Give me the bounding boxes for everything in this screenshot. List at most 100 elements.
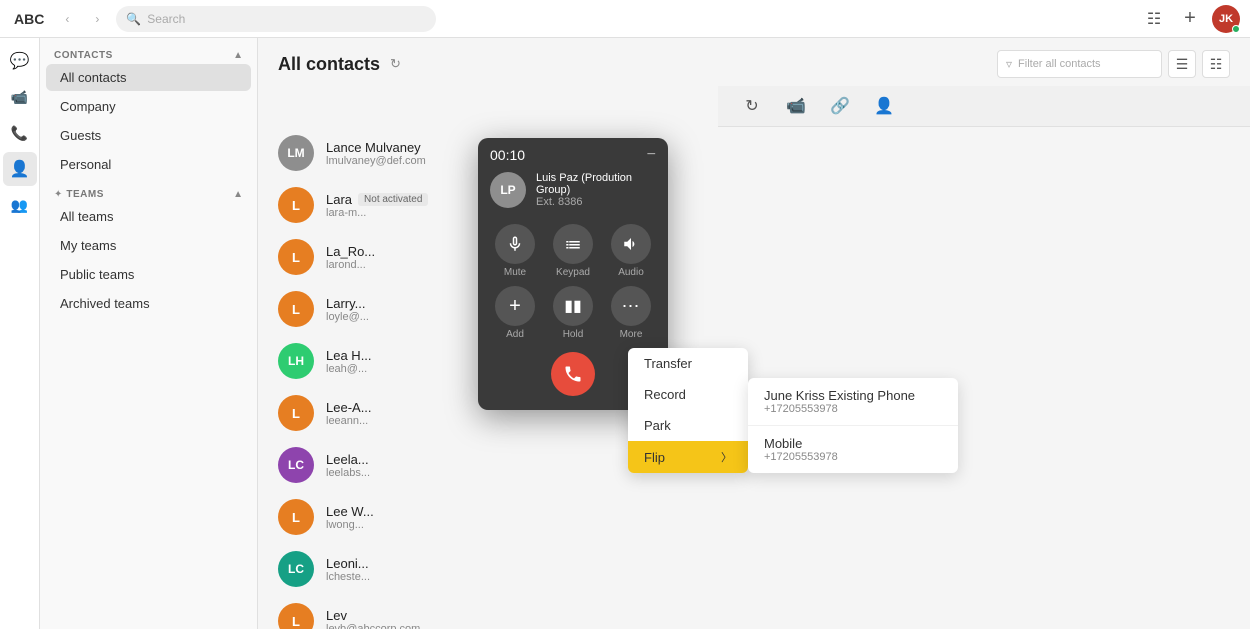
nav-item-all-contacts[interactable]: All contacts bbox=[46, 64, 251, 91]
nav-item-my-teams[interactable]: My teams bbox=[46, 232, 251, 259]
add-call-button[interactable]: + Add bbox=[495, 286, 535, 340]
audio-label: Audio bbox=[618, 267, 644, 278]
nav-item-personal[interactable]: Personal bbox=[46, 151, 251, 178]
call-contact-avatar: LP bbox=[490, 172, 526, 208]
list-view-button[interactable]: ☰ bbox=[1168, 50, 1196, 78]
link-action-icon[interactable]: 🔗 bbox=[826, 92, 854, 120]
flip-option-label: Mobile bbox=[764, 436, 942, 451]
nav-back-button[interactable]: ‹ bbox=[56, 8, 78, 30]
keypad-label: Keypad bbox=[556, 267, 590, 278]
nav-forward-button[interactable]: › bbox=[86, 8, 108, 30]
refresh-icon[interactable]: ↻ bbox=[390, 56, 401, 72]
contact-info: Lev levb@abccorp.com bbox=[326, 608, 1230, 629]
list-item[interactable]: LM Lance Mulvaney lmulvaney@def.com bbox=[258, 127, 1250, 179]
more-label: More bbox=[620, 329, 643, 340]
grid-icon-button[interactable]: ☷ bbox=[1140, 5, 1168, 33]
search-placeholder: Search bbox=[147, 12, 185, 26]
add-label: Add bbox=[506, 329, 524, 340]
list-item[interactable]: L Lara Not activated lara-m... bbox=[258, 179, 1250, 231]
list-item[interactable]: L La_Ro... larond... bbox=[258, 231, 1250, 283]
nav-item-archived-teams[interactable]: Archived teams bbox=[46, 290, 251, 317]
flip-option-existing-phone[interactable]: June Kriss Existing Phone +17205553978 bbox=[748, 378, 958, 426]
contact-info: La_Ro... larond... bbox=[326, 244, 1230, 271]
avatar: L bbox=[278, 499, 314, 535]
user-status-dot bbox=[1232, 25, 1240, 33]
page-title: All contacts bbox=[278, 54, 380, 75]
contact-info: Lee W... lwong... bbox=[326, 504, 1230, 531]
sidebar-icon-contacts[interactable]: 👤 bbox=[3, 152, 37, 186]
mute-label: Mute bbox=[504, 267, 526, 278]
end-call-button[interactable] bbox=[551, 352, 595, 396]
avatar: LH bbox=[278, 343, 314, 379]
not-activated-badge: Not activated bbox=[358, 193, 428, 206]
park-menu-item[interactable]: Park bbox=[628, 410, 748, 441]
video-action-icon[interactable]: 📹 bbox=[782, 92, 810, 120]
contact-info: Larry... loyle@... bbox=[326, 296, 1230, 323]
list-item[interactable]: L Lee W... lwong... bbox=[258, 491, 1250, 543]
nav-item-company[interactable]: Company bbox=[46, 93, 251, 120]
call-contact-name: Luis Paz (Prodution Group) bbox=[536, 172, 656, 196]
avatar: LM bbox=[278, 135, 314, 171]
avatar: LC bbox=[278, 447, 314, 483]
contact-email: levb@abccorp.com bbox=[326, 623, 1230, 629]
sidebar-icon-teams[interactable]: 👥 bbox=[3, 188, 37, 222]
nav-item-public-teams[interactable]: Public teams bbox=[46, 261, 251, 288]
teams-collapse-icon[interactable]: ▲ bbox=[233, 189, 243, 200]
contact-name: Leoni... bbox=[326, 556, 1230, 571]
filter-input[interactable]: ▿ Filter all contacts bbox=[997, 50, 1162, 78]
user-avatar[interactable]: JK bbox=[1212, 5, 1240, 33]
hold-button[interactable]: ▮▮ Hold bbox=[553, 286, 593, 340]
search-icon: 🔍 bbox=[126, 12, 141, 26]
call-ext: Ext. 8386 bbox=[536, 196, 656, 208]
teams-section-header: TEAMS bbox=[66, 189, 104, 200]
more-button[interactable]: ⋯ More bbox=[611, 286, 651, 340]
contact-name: Lance Mulvaney bbox=[326, 140, 1230, 155]
app-logo: ABC bbox=[10, 11, 48, 27]
flip-option-mobile[interactable]: Mobile +17205553978 bbox=[748, 426, 958, 473]
flip-option-number: +17205553978 bbox=[764, 403, 942, 415]
avatar: L bbox=[278, 187, 314, 223]
flip-label: Flip bbox=[644, 450, 665, 465]
contacts-section-header: CONTACTS bbox=[54, 50, 113, 61]
list-item[interactable]: LC Leoni... lcheste... bbox=[258, 543, 1250, 595]
contact-email: lmulvaney@def.com bbox=[326, 155, 1230, 167]
sidebar-icon-meetings[interactable]: 📹 bbox=[3, 80, 37, 114]
call-timer: 00:10 bbox=[490, 147, 525, 163]
avatar: L bbox=[278, 395, 314, 431]
avatar: L bbox=[278, 291, 314, 327]
mute-button[interactable]: Mute bbox=[495, 224, 535, 278]
avatar: L bbox=[278, 239, 314, 275]
reply-action-icon[interactable]: ↻ bbox=[738, 92, 766, 120]
contact-name: Lev bbox=[326, 608, 1230, 623]
nav-item-all-teams[interactable]: All teams bbox=[46, 203, 251, 230]
contact-info: Lance Mulvaney lmulvaney@def.com bbox=[326, 140, 1230, 167]
flip-menu-item[interactable]: Flip 〉 bbox=[628, 441, 748, 473]
keypad-button[interactable]: Keypad bbox=[553, 224, 593, 278]
search-bar[interactable]: 🔍 Search bbox=[116, 6, 436, 32]
record-menu-item[interactable]: Record bbox=[628, 379, 748, 410]
flip-option-number: +17205553978 bbox=[764, 451, 942, 463]
contact-info: Leoni... lcheste... bbox=[326, 556, 1230, 583]
grid-view-button[interactable]: ☷ bbox=[1202, 50, 1230, 78]
contact-name: La_Ro... bbox=[326, 244, 1230, 259]
audio-button[interactable]: Audio bbox=[611, 224, 651, 278]
contacts-collapse-icon[interactable]: ▲ bbox=[233, 50, 243, 61]
contact-name: Lee W... bbox=[326, 504, 1230, 519]
contact-email: lara-m... bbox=[326, 207, 1230, 219]
contact-info: Lara Not activated lara-m... bbox=[326, 192, 1230, 219]
list-item[interactable]: L Lev levb@abccorp.com bbox=[258, 595, 1250, 629]
more-dropdown-menu: Transfer Record Park Flip 〉 bbox=[628, 348, 748, 473]
list-item[interactable]: L Larry... loyle@... bbox=[258, 283, 1250, 335]
sidebar-icon-chat[interactable]: 💬 bbox=[3, 44, 37, 78]
contact-email: leah@... bbox=[326, 363, 1230, 375]
contact-info: Lea H... leah@... bbox=[326, 348, 1230, 375]
add-button[interactable]: + bbox=[1176, 5, 1204, 33]
contact-name: Lara Not activated bbox=[326, 192, 1230, 207]
contact-email: larond... bbox=[326, 259, 1230, 271]
nav-item-guests[interactable]: Guests bbox=[46, 122, 251, 149]
filter-placeholder: Filter all contacts bbox=[1018, 58, 1101, 70]
person-action-icon[interactable]: 👤 bbox=[870, 92, 898, 120]
sidebar-icon-phone[interactable]: 📞 bbox=[3, 116, 37, 150]
transfer-menu-item[interactable]: Transfer bbox=[628, 348, 748, 379]
minimize-call-button[interactable]: − bbox=[647, 146, 656, 164]
